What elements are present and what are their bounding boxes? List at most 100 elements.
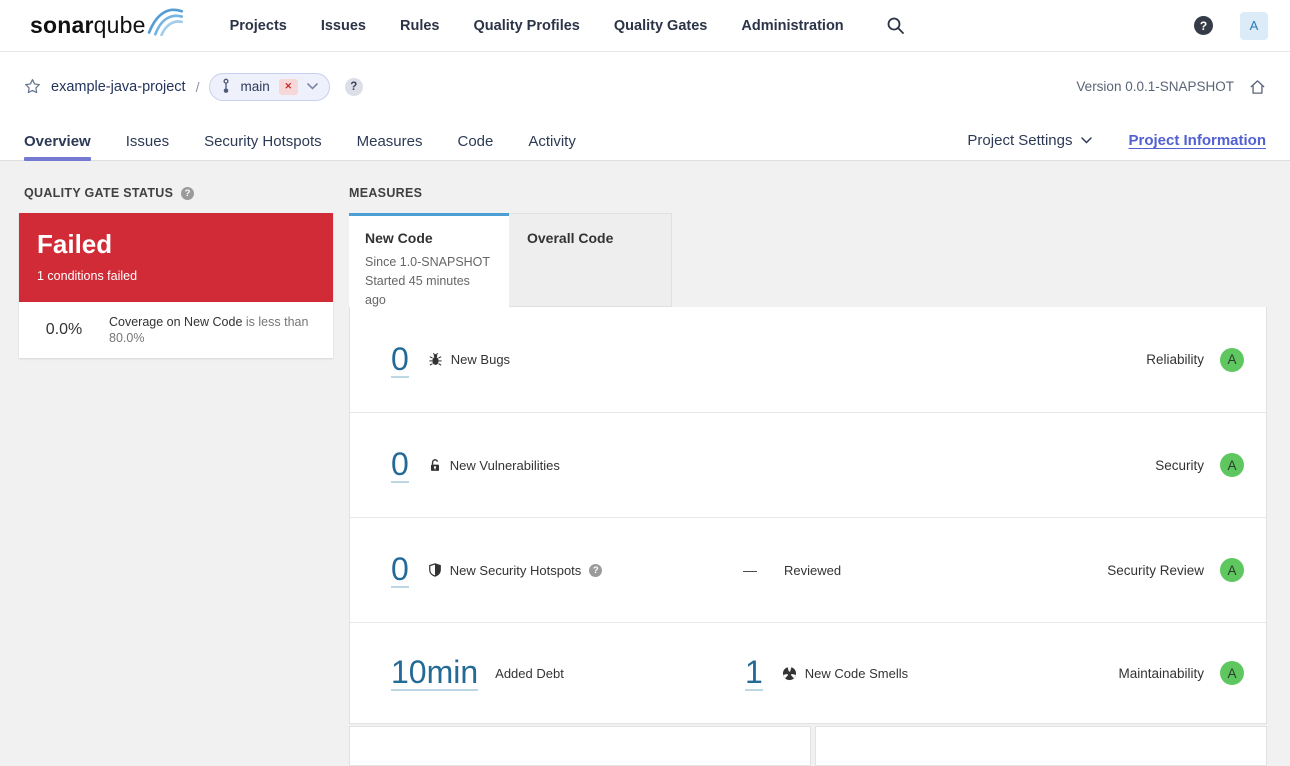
condition-metric: Coverage on New Code: [109, 315, 242, 329]
tab-new-code-subtitle: Since 1.0-SNAPSHOT Started 45 minutes ag…: [365, 253, 493, 310]
quality-gate-box: Failed 1 conditions failed 0.0% Coverage…: [19, 213, 333, 358]
new-bugs-label: New Bugs: [451, 352, 510, 367]
tab-overall-code-label: Overall Code: [527, 230, 613, 246]
quality-gate-panel: QUALITY GATE STATUS ? Failed 1 condition…: [19, 186, 333, 358]
new-vulnerabilities-value-link[interactable]: 0: [391, 447, 409, 483]
security-review-rating: Security Review A: [1107, 558, 1244, 582]
measures-list: 0 New Bugs: [349, 307, 1267, 724]
added-debt-label: Added Debt: [495, 666, 564, 681]
bottom-card-left: [349, 726, 811, 766]
breadcrumb-separator: /: [196, 79, 200, 95]
reliability-rating-badge: A: [1220, 348, 1244, 372]
new-code-since: Since 1.0-SNAPSHOT: [365, 253, 493, 272]
reliability-rating: Reliability A: [1146, 348, 1244, 372]
branch-status-close-icon[interactable]: ✕: [279, 79, 298, 95]
breadcrumb-bar: example-java-project / main ✕ ? Version …: [0, 52, 1290, 121]
bottom-card-right: [815, 726, 1267, 766]
added-debt-value-link[interactable]: 10min: [391, 655, 478, 691]
breadcrumb-project-link[interactable]: example-java-project: [51, 79, 186, 95]
tab-measures[interactable]: Measures: [357, 121, 423, 161]
favorite-star-icon[interactable]: [24, 78, 41, 95]
new-hotspots-label: New Security Hotspots: [450, 563, 582, 578]
measures-tabs: New Code Since 1.0-SNAPSHOT Started 45 m…: [349, 213, 1267, 307]
quality-gate-title: QUALITY GATE STATUS: [24, 186, 173, 200]
home-icon[interactable]: [1249, 79, 1266, 95]
overview-content: QUALITY GATE STATUS ? Failed 1 condition…: [0, 161, 1290, 742]
maintainability-rating-label: Maintainability: [1118, 666, 1204, 681]
nav-item-issues[interactable]: Issues: [321, 18, 366, 34]
branch-help-icon[interactable]: ?: [345, 78, 363, 96]
bug-icon: [428, 352, 443, 367]
tab-new-code-label: New Code: [365, 230, 493, 246]
quality-gate-help-icon[interactable]: ?: [181, 187, 194, 200]
tab-security-hotspots-label: Security Hotspots: [204, 133, 322, 150]
added-debt-label-group: Added Debt: [495, 666, 564, 681]
tabs-right-actions: Project Settings Project Information: [967, 121, 1266, 160]
security-review-rating-label: Security Review: [1107, 563, 1204, 578]
branch-selector[interactable]: main ✕: [209, 73, 329, 101]
measure-row-hotspots: 0 New Security Hotspots ? — Reviewed: [350, 517, 1266, 622]
tab-code[interactable]: Code: [457, 121, 493, 161]
hotspots-help-icon[interactable]: ?: [589, 564, 602, 577]
measures-title: MEASURES: [349, 186, 422, 200]
new-code-smells-label: New Code Smells: [805, 666, 908, 681]
condition-value: 0.0%: [19, 321, 109, 339]
tab-new-code[interactable]: New Code Since 1.0-SNAPSHOT Started 45 m…: [349, 213, 509, 307]
tab-overview[interactable]: Overview: [24, 121, 91, 161]
new-hotspots-label-group: New Security Hotspots ?: [428, 563, 603, 578]
nav-item-administration[interactable]: Administration: [741, 18, 843, 34]
avatar[interactable]: A: [1240, 12, 1268, 40]
logo-text-bold: sonar: [30, 12, 94, 38]
reviewed-value: —: [743, 562, 757, 578]
security-rating: Security A: [1155, 453, 1244, 477]
reliability-rating-label: Reliability: [1146, 352, 1204, 367]
new-code-started: Started 45 minutes ago: [365, 272, 493, 310]
open-lock-icon: [428, 458, 442, 473]
bottom-cards: [349, 726, 1267, 766]
new-bugs-label-group: New Bugs: [428, 352, 510, 367]
logo-swoosh-icon: [147, 6, 183, 41]
measure-row-bugs: 0 New Bugs: [350, 307, 1266, 412]
new-bugs-value-link[interactable]: 0: [391, 342, 409, 378]
code-smells-label-group: New Code Smells: [782, 666, 908, 681]
new-code-smells-value-link[interactable]: 1: [745, 655, 763, 691]
tab-activity-label: Activity: [528, 133, 576, 150]
tab-activity[interactable]: Activity: [528, 121, 576, 161]
quality-gate-title-row: QUALITY GATE STATUS ?: [24, 186, 333, 200]
logo-text-light: qube: [94, 12, 146, 38]
new-vulnerabilities-label-group: New Vulnerabilities: [428, 458, 560, 473]
project-settings-label: Project Settings: [967, 132, 1072, 149]
nav-item-quality-profiles[interactable]: Quality Profiles: [474, 18, 580, 34]
reviewed-label: Reviewed: [784, 563, 841, 578]
breadcrumb-right: Version 0.0.1-SNAPSHOT: [1076, 79, 1266, 95]
chevron-down-icon: [1081, 137, 1092, 144]
top-nav: sonarqube Projects Issues Rules Quality …: [0, 0, 1290, 52]
branch-icon: [221, 78, 231, 95]
project-tabs: Overview Issues Security Hotspots Measur…: [24, 121, 576, 160]
quality-gate-condition-row[interactable]: 0.0% Coverage on New Code is less than 8…: [19, 302, 333, 358]
tab-security-hotspots[interactable]: Security Hotspots: [204, 121, 322, 161]
project-information-link[interactable]: Project Information: [1128, 132, 1266, 149]
nav-right: ? A: [1194, 12, 1268, 40]
nav-item-projects[interactable]: Projects: [230, 18, 287, 34]
quality-gate-status: Failed: [37, 230, 315, 258]
maintainability-rating: Maintainability A: [1118, 661, 1244, 685]
new-hotspots-value-link[interactable]: 0: [391, 552, 409, 588]
sonarqube-logo[interactable]: sonarqube: [30, 10, 183, 41]
security-rating-badge: A: [1220, 453, 1244, 477]
code-smells-group: 1: [745, 655, 908, 691]
search-icon[interactable]: [886, 16, 905, 35]
help-icon[interactable]: ?: [1194, 16, 1213, 35]
security-rating-label: Security: [1155, 458, 1204, 473]
nav-item-rules[interactable]: Rules: [400, 18, 440, 34]
tab-overall-code[interactable]: Overall Code: [509, 213, 672, 307]
tab-issues[interactable]: Issues: [126, 121, 169, 161]
hotspots-reviewed-group: — Reviewed: [743, 562, 841, 578]
tab-code-label: Code: [457, 133, 493, 150]
project-settings-menu[interactable]: Project Settings: [967, 132, 1092, 149]
nav-item-quality-gates[interactable]: Quality Gates: [614, 18, 707, 34]
main-nav-items: Projects Issues Rules Quality Profiles Q…: [230, 18, 844, 34]
measures-panel: MEASURES New Code Since 1.0-SNAPSHOT Sta…: [349, 186, 1267, 724]
measure-row-maintainability: 10min Added Debt 1: [350, 622, 1266, 723]
maintainability-rating-badge: A: [1220, 661, 1244, 685]
